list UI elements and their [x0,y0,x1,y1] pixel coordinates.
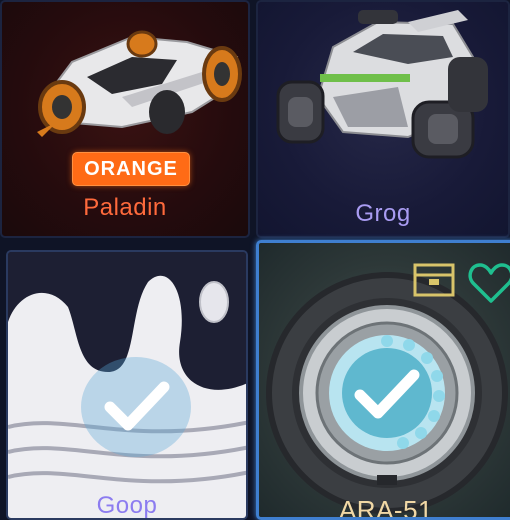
item-tile-grog[interactable]: Grog [256,0,510,238]
item-name: Goop [96,492,158,519]
rarity-badge: ORANGE [72,152,190,186]
equipped-check-icon [104,381,170,431]
car-paladin-icon [37,30,242,137]
item-tile-paladin[interactable]: ORANGE Paladin [0,0,250,238]
favorite-heart-icon[interactable] [467,261,510,305]
item-name: Paladin [83,194,167,221]
car-grog-icon [276,10,488,159]
item-name: ARA-51 [338,495,434,520]
equipped-check-icon [354,369,420,419]
crate-icon [413,263,455,297]
item-tile-ara51[interactable]: ARA-51 [256,240,510,520]
item-tile-goop[interactable]: Goop [6,250,248,520]
item-name: Grog [355,200,411,227]
